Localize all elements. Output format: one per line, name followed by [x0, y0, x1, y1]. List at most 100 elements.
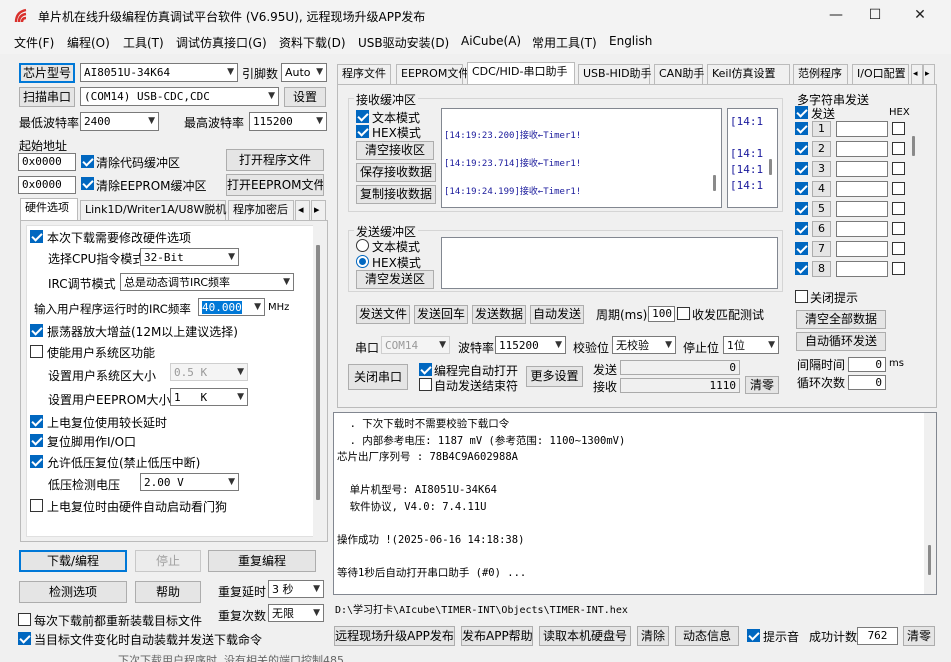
tab-program-file[interactable]: 程序文件 [337, 64, 391, 84]
match-test-checkbox[interactable] [677, 307, 690, 320]
multi-row-enable-checkbox[interactable] [795, 222, 808, 235]
menu-download[interactable]: 资料下载(D) [279, 34, 346, 51]
output-scrollbar-thumb[interactable] [928, 545, 931, 575]
clear-eeprom-checkbox[interactable] [81, 177, 94, 190]
rx-hex-scrollbar-thumb[interactable] [769, 159, 772, 175]
tab-can[interactable]: CAN助手 [654, 64, 704, 84]
maximize-button[interactable]: ☐ [852, 0, 898, 32]
tab-scroll-left-icon[interactable]: ◂ [295, 200, 310, 220]
tab-keil[interactable]: Keil仿真设置 [707, 64, 790, 84]
long-reset-delay-checkbox[interactable] [30, 415, 43, 428]
multi-row-hex-checkbox[interactable] [892, 242, 905, 255]
multi-scrollbar[interactable] [910, 122, 917, 282]
beep-checkbox[interactable] [747, 629, 760, 642]
user-system-checkbox[interactable] [30, 345, 43, 358]
clear-code-checkbox[interactable] [81, 155, 94, 168]
tab-examples[interactable]: 范例程序 [793, 64, 848, 84]
save-rx-button[interactable]: 保存接收数据 [356, 163, 436, 182]
auto-send-on-change-checkbox[interactable] [18, 632, 31, 645]
loop-count-field[interactable]: 0 [848, 375, 886, 390]
multi-row-send-button[interactable]: 8 [812, 261, 831, 277]
multi-row-enable-checkbox[interactable] [795, 142, 808, 155]
multi-row-hex-checkbox[interactable] [892, 202, 905, 215]
tab-usb-hid[interactable]: USB-HID助手 [578, 64, 652, 84]
publish-app-button[interactable]: 远程现场升级APP发布 [334, 626, 455, 646]
tab-hardware-options[interactable]: 硬件选项 [20, 198, 78, 220]
multi-row-input[interactable] [836, 261, 888, 277]
tab-link1d[interactable]: Link1D/Writer1A/U8W脱机 [80, 200, 226, 220]
tx-text-area[interactable] [441, 237, 778, 289]
parity-select[interactable]: 无校验 ▼ [612, 336, 676, 354]
multi-row-input[interactable] [836, 201, 888, 217]
pins-select[interactable]: Auto ▼ [281, 63, 327, 82]
multi-row-hex-checkbox[interactable] [892, 262, 905, 275]
modify-options-checkbox[interactable] [30, 230, 43, 243]
menu-file[interactable]: 文件(F) [14, 34, 54, 51]
tab-scroll-right-icon[interactable]: ▸ [311, 200, 326, 220]
tab-eeprom-file[interactable]: EEPROM文件 [396, 64, 469, 84]
clear-count-button[interactable]: 清零 [745, 376, 779, 394]
stop-bits-select[interactable]: 1位 ▼ [723, 336, 779, 354]
send-data-button[interactable]: 发送数据 [472, 305, 526, 324]
send-enter-button[interactable]: 发送回车 [414, 305, 468, 324]
tab-scroll-right-icon[interactable]: ▸ [923, 64, 935, 84]
multi-row-hex-checkbox[interactable] [892, 182, 905, 195]
settings-button[interactable]: 设置 [284, 87, 326, 107]
reset-io-checkbox[interactable] [30, 434, 43, 447]
min-baud-select[interactable]: 2400 ▼ [80, 112, 159, 131]
read-disk-id-button[interactable]: 读取本机硬盘号 [539, 626, 631, 646]
clear-rx-button[interactable]: 清空接收区 [356, 141, 434, 160]
osc-gain-checkbox[interactable] [30, 324, 43, 337]
chip-model-select[interactable]: AI8051U-34K64 ▼ [80, 63, 238, 82]
help-button[interactable]: 帮助 [135, 581, 201, 603]
multi-send-all-checkbox[interactable] [795, 106, 808, 119]
multi-row-input[interactable] [836, 161, 888, 177]
open-program-file-button[interactable]: 打开程序文件 [226, 149, 324, 171]
lvd-select[interactable]: 2.00 V ▼ [140, 473, 239, 491]
repeat-count-select[interactable]: 无限 ▼ [268, 604, 324, 622]
scan-port-button[interactable]: 扫描串口 [19, 87, 75, 107]
low-voltage-reset-checkbox[interactable] [30, 455, 43, 468]
eeprom-address-field[interactable]: 0x0000 [18, 176, 76, 194]
max-baud-select[interactable]: 115200 ▼ [249, 112, 327, 131]
serial-port-select[interactable]: COM14 ▼ [381, 336, 450, 354]
clear-tx-button[interactable]: 清空发送区 [356, 270, 434, 289]
multi-row-send-button[interactable]: 5 [812, 201, 831, 217]
close-hint-checkbox[interactable] [795, 290, 808, 303]
auto-open-checkbox[interactable] [419, 363, 432, 376]
multi-row-enable-checkbox[interactable] [795, 202, 808, 215]
multi-row-enable-checkbox[interactable] [795, 122, 808, 135]
tx-hex-mode-radio[interactable] [356, 255, 369, 268]
clear-all-data-button[interactable]: 清空全部数据 [796, 310, 886, 329]
publish-help-button[interactable]: 发布APP帮助 [461, 626, 533, 646]
multi-row-hex-checkbox[interactable] [892, 162, 905, 175]
multi-row-hex-checkbox[interactable] [892, 222, 905, 235]
download-program-button[interactable]: 下载/编程 [19, 550, 127, 572]
multi-row-send-button[interactable]: 6 [812, 221, 831, 237]
multi-row-input[interactable] [836, 141, 888, 157]
multi-row-enable-checkbox[interactable] [795, 162, 808, 175]
multi-row-send-button[interactable]: 4 [812, 181, 831, 197]
hw-scrollbar[interactable] [313, 225, 323, 537]
code-address-field[interactable]: 0x0000 [18, 153, 76, 171]
cpu-mode-select[interactable]: 32-Bit ▼ [140, 248, 239, 266]
auto-send-button[interactable]: 自动发送 [530, 305, 584, 324]
repeat-program-button[interactable]: 重复编程 [208, 550, 316, 572]
multi-row-enable-checkbox[interactable] [795, 262, 808, 275]
multi-row-send-button[interactable]: 7 [812, 241, 831, 257]
tab-cdc-serial[interactable]: CDC/HID-串口助手 [467, 62, 575, 84]
menu-aicube[interactable]: AiCube(A) [461, 34, 521, 48]
rx-text-mode-checkbox[interactable] [356, 110, 369, 123]
rx-text-area[interactable]: [14:19:23.200]接收←Timer1! [14:19:23.714]接… [441, 108, 722, 208]
more-settings-button[interactable]: 更多设置 [526, 366, 583, 387]
reset-count-button[interactable]: 清零 [903, 626, 935, 646]
close-port-button[interactable]: 关闭串口 [348, 364, 408, 390]
user-system-size-select[interactable]: 0.5 K ▼ [170, 363, 248, 381]
multi-row-input[interactable] [836, 221, 888, 237]
open-eeprom-file-button[interactable]: 打开EEPROM文件 [226, 174, 324, 196]
port-select[interactable]: (COM14) USB-CDC,CDC ▼ [80, 87, 279, 106]
rx-hex-area[interactable]: [14:1 [14:1 [14:1 [14:1 [727, 108, 778, 208]
multi-scrollbar-thumb[interactable] [912, 136, 915, 156]
rx-hex-mode-checkbox[interactable] [356, 125, 369, 138]
multi-row-send-button[interactable]: 2 [812, 141, 831, 157]
